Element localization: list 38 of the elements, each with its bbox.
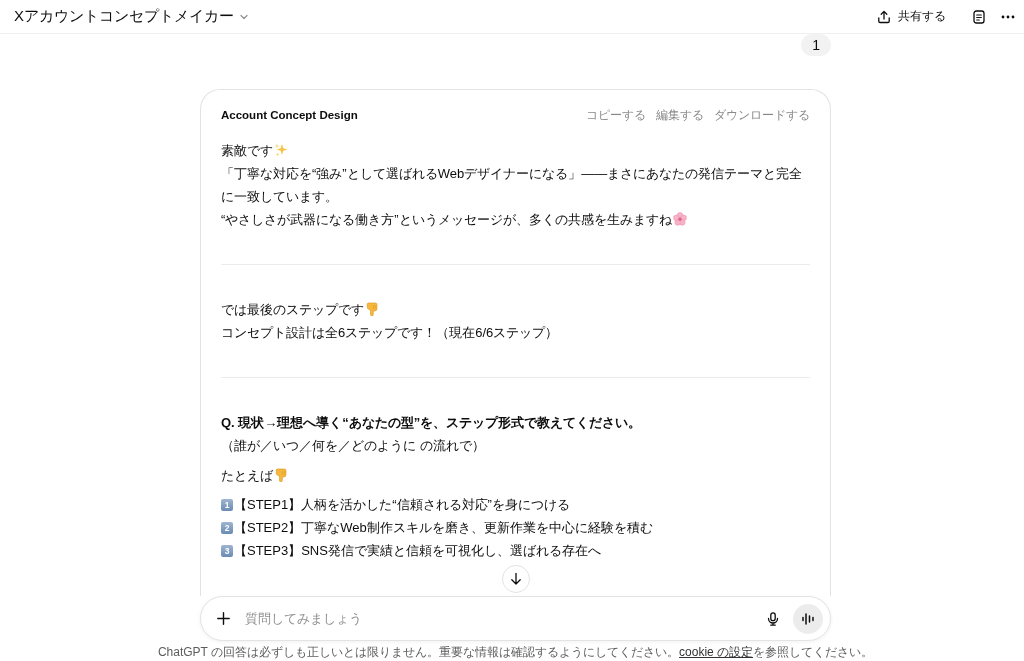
- arrow-down-icon: [508, 572, 523, 586]
- share-button[interactable]: 共有する: [869, 4, 954, 29]
- message-text: 「丁寧な対応を“強み”として選ばれるWebデザイナーになる」——まさにあなたの発信テーマと完全に一致しています。: [221, 166, 803, 204]
- number-keycap: 3: [221, 544, 233, 557]
- message-text: コンセプト設計は全6ステップです！（現在6/6ステップ）: [221, 325, 559, 340]
- message-text: “やさしさが武器になる働き方”というメッセージが、多くの共感を生みますね: [221, 212, 672, 227]
- message-input[interactable]: 質問してみましょう: [245, 606, 761, 631]
- question-text: Q. 現状→理想へ導く“あなたの型”を、ステップ形式で教えてください。: [221, 414, 643, 432]
- scroll-down-button[interactable]: [501, 565, 530, 593]
- pointing-down-hand-icon: [274, 468, 288, 482]
- number-keycap: 2: [221, 521, 233, 534]
- download-button[interactable]: ダウンロードする: [714, 107, 810, 123]
- step-text: 【STEP3】SNS発信で実績と信頼を可視化し、選ばれる存在へ: [234, 542, 601, 560]
- voice-mode-button[interactable]: [793, 603, 823, 634]
- message-text: 素敵です: [221, 143, 273, 158]
- sparkles-icon: [274, 143, 288, 157]
- upload-icon: [877, 9, 891, 24]
- canvas-title: Account Concept Design: [221, 109, 358, 121]
- waveform-icon: [801, 611, 815, 626]
- document-icon: [972, 9, 986, 24]
- message-text: たとえば: [221, 468, 273, 483]
- cookie-settings-link[interactable]: cookie の設定: [679, 645, 754, 659]
- message-composer[interactable]: 質問してみましょう: [200, 596, 831, 641]
- pointing-down-hand-icon: [365, 302, 379, 316]
- copy-button[interactable]: コピーする: [586, 107, 646, 123]
- disclaimer-text: ChatGPT の回答は必ずしも正しいとは限りません。重要な情報は確認するようにしてください。cookie の設定を参照してください。: [157, 644, 874, 661]
- flower-icon: [672, 212, 687, 226]
- message-text: では最後のステップです: [221, 302, 364, 317]
- ellipsis-icon: [1001, 14, 1015, 19]
- number-keycap: 1: [221, 498, 233, 511]
- question-note: （誰が／いつ／何を／どのように の流れで）: [221, 437, 486, 455]
- chat-title-button[interactable]: Xアカウントコンセプトメイカー: [8, 3, 255, 30]
- step-text: 【STEP2】丁寧なWeb制作スキルを磨き、更新作業を中心に経験を積む: [234, 519, 653, 537]
- user-message: 1: [801, 34, 831, 56]
- step-text: 【STEP1】人柄を活かした“信頼される対応”を身につける: [234, 496, 570, 514]
- edit-button[interactable]: 編集する: [656, 107, 704, 123]
- microphone-icon: [766, 611, 780, 626]
- plus-icon: [216, 612, 230, 625]
